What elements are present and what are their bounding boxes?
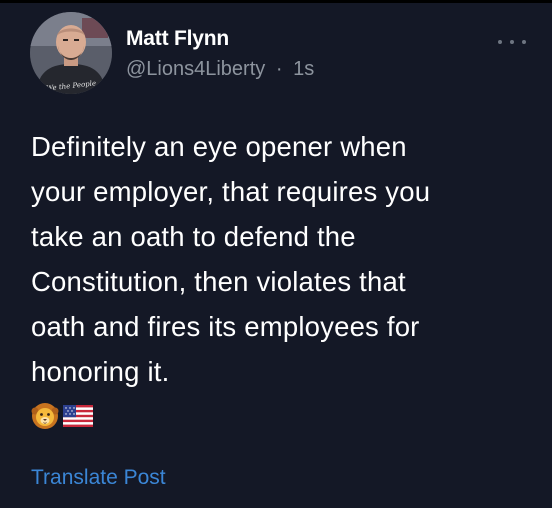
post-body-line: Constitution, then violates that xyxy=(31,266,406,297)
post-body-line: take an oath to defend the xyxy=(31,221,356,252)
translate-post-link[interactable]: Translate Post xyxy=(31,464,166,492)
post-body: Definitely an eye opener when your emplo… xyxy=(31,124,531,394)
more-horizontal-icon-dot xyxy=(522,40,526,44)
post-body-line: oath and fires its employees for xyxy=(31,311,420,342)
user-handle[interactable]: @Lions4Liberty xyxy=(126,58,265,80)
post-body-line: honoring it. xyxy=(31,356,170,387)
more-options-button[interactable] xyxy=(498,32,526,52)
avatar[interactable]: We the People xyxy=(30,12,112,94)
post-body-line: Definitely an eye opener when xyxy=(31,131,407,162)
display-name[interactable]: Matt Flynn xyxy=(126,26,314,52)
more-horizontal-icon-dot xyxy=(498,40,502,44)
post-timestamp[interactable]: 1s xyxy=(293,58,314,80)
post-header: Matt Flynn @Lions4Liberty · 1s xyxy=(126,26,314,82)
post-body-line: your employer, that requires you xyxy=(31,176,431,207)
more-horizontal-icon-dot xyxy=(510,40,514,44)
post-meta: @Lions4Liberty · 1s xyxy=(126,56,314,82)
meta-separator: · xyxy=(275,58,283,80)
post: We the People Matt Flynn @Lions4Liberty … xyxy=(0,0,552,508)
us-flag-icon xyxy=(63,405,93,432)
lion-face-icon xyxy=(31,402,59,435)
emoji-row xyxy=(31,402,93,435)
